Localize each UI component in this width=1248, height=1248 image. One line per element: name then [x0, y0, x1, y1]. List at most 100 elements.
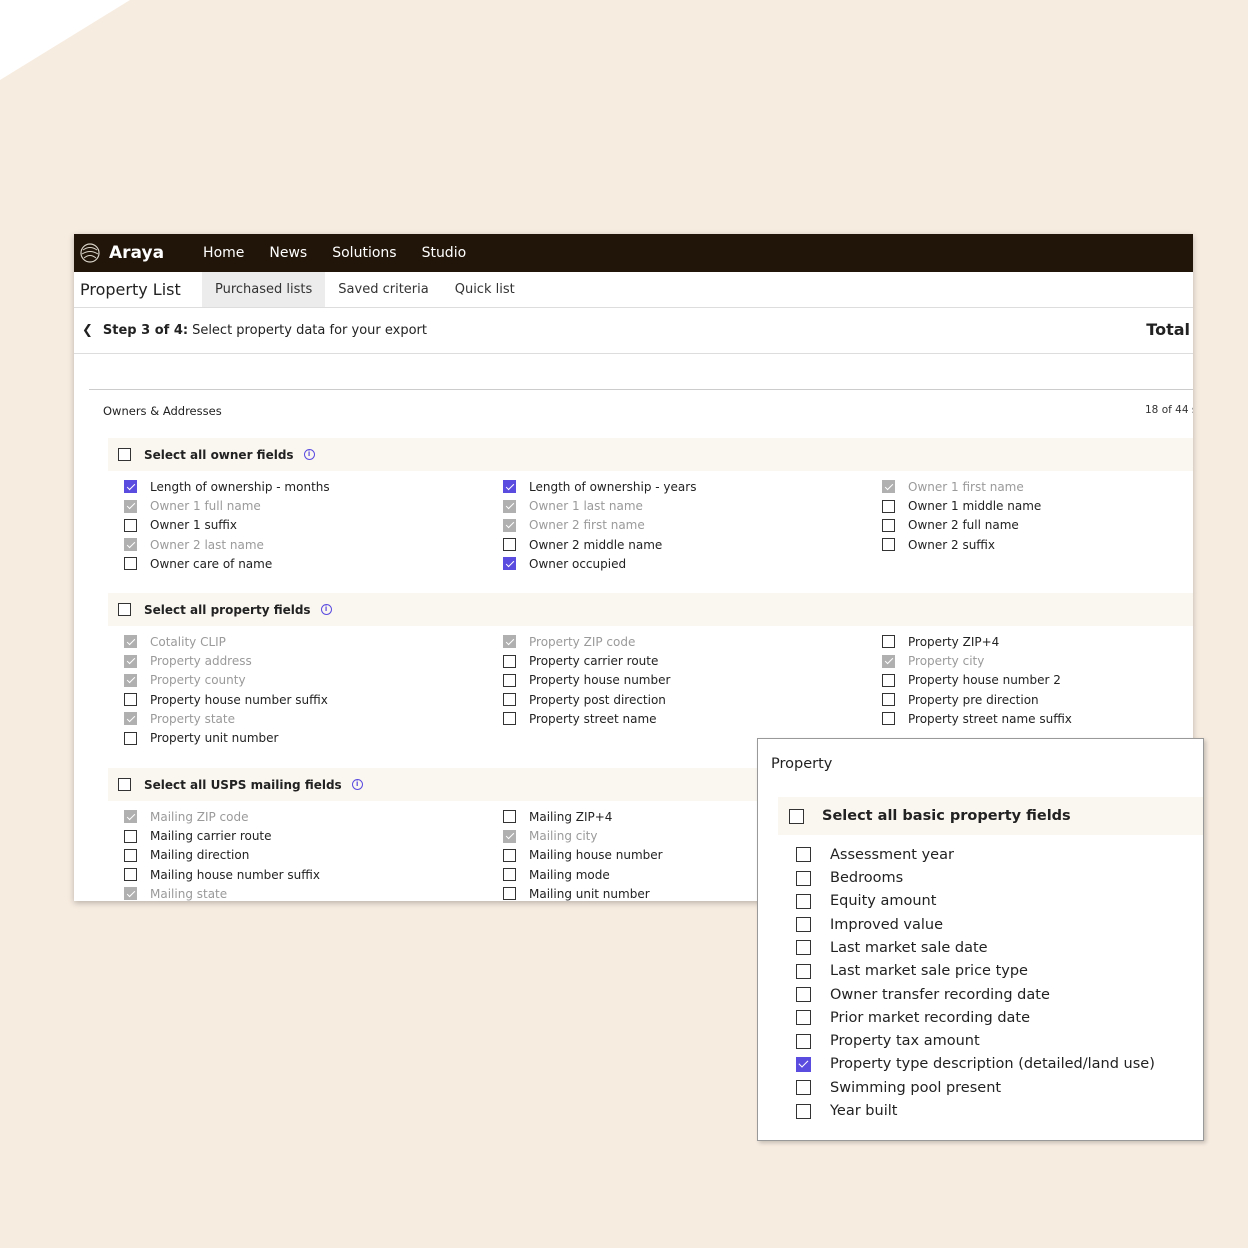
field-checkbox[interactable]: [882, 635, 895, 649]
field-option[interactable]: Owner 2 middle name: [503, 538, 882, 552]
tab-saved-criteria[interactable]: Saved criteria: [325, 272, 441, 307]
field-checkbox[interactable]: [124, 499, 137, 513]
field-checkbox[interactable]: [796, 1033, 811, 1049]
field-option[interactable]: Owner care of name: [124, 557, 503, 571]
field-checkbox[interactable]: [882, 693, 895, 707]
field-checkbox[interactable]: [124, 480, 137, 494]
field-checkbox[interactable]: [503, 887, 516, 901]
field-option[interactable]: Bedrooms: [796, 869, 1155, 887]
field-checkbox[interactable]: [124, 693, 137, 707]
field-checkbox[interactable]: [503, 848, 516, 862]
field-option[interactable]: Owner occupied: [503, 557, 882, 571]
field-checkbox[interactable]: [124, 829, 137, 843]
field-checkbox[interactable]: [796, 1056, 811, 1072]
field-option[interactable]: Owner 2 first name: [503, 518, 882, 532]
field-checkbox[interactable]: [503, 654, 516, 668]
field-checkbox[interactable]: [503, 673, 516, 687]
field-option[interactable]: Property street name: [503, 712, 882, 726]
field-option[interactable]: Property house number 2: [882, 673, 1182, 687]
field-option[interactable]: Improved value: [796, 916, 1155, 934]
nav-link-news[interactable]: News: [269, 245, 307, 261]
info-icon[interactable]: i: [351, 779, 363, 790]
field-checkbox[interactable]: [796, 1103, 811, 1119]
info-icon[interactable]: i: [303, 449, 315, 460]
field-checkbox[interactable]: [503, 538, 516, 552]
field-option[interactable]: Property pre direction: [882, 693, 1182, 707]
field-checkbox[interactable]: [882, 499, 895, 513]
field-option[interactable]: Property street name suffix: [882, 712, 1182, 726]
nav-link-solutions[interactable]: Solutions: [332, 245, 396, 261]
tab-quick-list[interactable]: Quick list: [442, 272, 528, 307]
field-option[interactable]: Property carrier route: [503, 654, 882, 668]
field-checkbox[interactable]: [796, 940, 811, 956]
field-option[interactable]: Cotality CLIP: [124, 635, 503, 649]
field-option[interactable]: Property type description (detailed/land…: [796, 1056, 1155, 1074]
field-option[interactable]: Mailing direction: [124, 848, 503, 862]
field-option[interactable]: Property state: [124, 712, 503, 726]
field-option[interactable]: Property house number suffix: [124, 693, 503, 707]
field-option[interactable]: Property county: [124, 673, 503, 687]
field-option[interactable]: Length of ownership - months: [124, 480, 503, 494]
field-checkbox[interactable]: [124, 557, 137, 571]
field-option[interactable]: Owner 1 last name: [503, 499, 882, 513]
field-checkbox[interactable]: [882, 654, 895, 668]
field-option[interactable]: Mailing ZIP code: [124, 810, 503, 824]
field-checkbox[interactable]: [124, 673, 137, 687]
field-checkbox[interactable]: [796, 917, 811, 933]
field-option[interactable]: Owner 2 last name: [124, 538, 503, 552]
select-all-owner-checkbox[interactable]: [118, 448, 131, 461]
field-checkbox[interactable]: [503, 499, 516, 513]
field-checkbox[interactable]: [503, 829, 516, 843]
field-checkbox[interactable]: [796, 1010, 811, 1026]
field-option[interactable]: Equity amount: [796, 893, 1155, 911]
field-option[interactable]: Owner 2 suffix: [882, 538, 1182, 552]
field-checkbox[interactable]: [503, 635, 516, 649]
field-option[interactable]: Property house number: [503, 673, 882, 687]
tab-purchased-lists[interactable]: Purchased lists: [202, 272, 326, 307]
field-checkbox[interactable]: [124, 518, 137, 532]
brand-logo[interactable]: Araya: [79, 242, 164, 264]
field-checkbox[interactable]: [503, 518, 516, 532]
field-checkbox[interactable]: [503, 480, 516, 494]
field-checkbox[interactable]: [503, 557, 516, 571]
field-checkbox[interactable]: [796, 1080, 811, 1096]
field-option[interactable]: Owner 1 middle name: [882, 499, 1182, 513]
field-checkbox[interactable]: [796, 963, 811, 979]
field-checkbox[interactable]: [503, 712, 516, 726]
field-option[interactable]: Year built: [796, 1102, 1155, 1120]
nav-link-home[interactable]: Home: [203, 245, 244, 261]
field-checkbox[interactable]: [796, 987, 811, 1003]
field-option[interactable]: Swimming pool present: [796, 1079, 1155, 1097]
field-checkbox[interactable]: [796, 847, 811, 863]
field-checkbox[interactable]: [124, 810, 137, 824]
field-option[interactable]: Owner 2 full name: [882, 518, 1182, 532]
field-checkbox[interactable]: [796, 870, 811, 886]
field-option[interactable]: Property tax amount: [796, 1032, 1155, 1050]
field-checkbox[interactable]: [882, 518, 895, 532]
field-checkbox[interactable]: [503, 693, 516, 707]
field-option[interactable]: Property unit number: [124, 731, 503, 745]
field-option[interactable]: Length of ownership - years: [503, 480, 882, 494]
field-checkbox[interactable]: [124, 848, 137, 862]
field-checkbox[interactable]: [124, 887, 137, 901]
field-option[interactable]: Last market sale date: [796, 939, 1155, 957]
field-option[interactable]: Property ZIP code: [503, 635, 882, 649]
field-option[interactable]: Prior market recording date: [796, 1009, 1155, 1027]
field-checkbox[interactable]: [124, 654, 137, 668]
field-checkbox[interactable]: [882, 538, 895, 552]
field-checkbox[interactable]: [882, 480, 895, 494]
nav-link-studio[interactable]: Studio: [422, 245, 467, 261]
field-checkbox[interactable]: [124, 731, 137, 745]
field-option[interactable]: Mailing carrier route: [124, 829, 503, 843]
field-option[interactable]: Property city: [882, 654, 1182, 668]
field-checkbox[interactable]: [503, 868, 516, 882]
field-checkbox[interactable]: [124, 538, 137, 552]
field-option[interactable]: Owner transfer recording date: [796, 986, 1155, 1004]
info-icon[interactable]: i: [320, 604, 332, 615]
field-option[interactable]: Last market sale price type: [796, 962, 1155, 980]
field-option[interactable]: Property address: [124, 654, 503, 668]
field-checkbox[interactable]: [882, 712, 895, 726]
select-all-mailing-checkbox[interactable]: [118, 778, 131, 791]
field-checkbox[interactable]: [124, 712, 137, 726]
select-all-basic-checkbox[interactable]: [789, 808, 804, 824]
